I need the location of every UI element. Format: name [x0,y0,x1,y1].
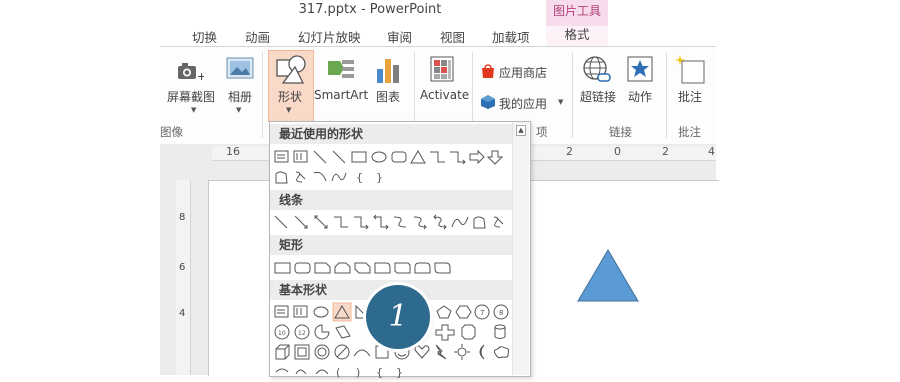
shapes-caret-icon[interactable]: ▼ [286,106,291,114]
smartart-icon[interactable] [326,56,356,88]
activate-icon[interactable] [428,54,458,90]
tab-slideshow[interactable]: 幻灯片放映 [298,27,361,46]
chart-icon[interactable] [374,55,402,89]
group-divider [572,52,573,138]
ruler-tick: 4 [708,145,715,158]
step-number: 1 [388,299,408,334]
section-rectangles: 矩形 [270,235,512,255]
lines-shapes-row[interactable] [272,212,512,232]
activate-button[interactable]: Activate [420,88,469,102]
tab-animations[interactable]: 动画 [245,27,270,46]
svg-text:{: { [376,366,383,379]
section-lines: 线条 [270,190,512,210]
svg-text:(: ( [336,366,340,379]
vertical-ruler: 8 6 4 [176,180,191,375]
ruler-tick: 6 [179,262,186,273]
store-icon[interactable] [480,63,496,83]
scroll-up-icon[interactable]: ▲ [516,125,526,136]
ruler-tick: 2 [566,145,573,158]
ruler-tick: 2 [662,145,669,158]
my-apps-button[interactable]: 我的应用 [499,95,547,112]
svg-text:}: } [376,171,383,184]
group-divider [666,52,667,138]
chart-button[interactable]: 图表 [376,88,400,105]
screenshot-caret-icon[interactable]: ▼ [191,106,196,114]
svg-text:7: 7 [480,309,484,317]
album-icon[interactable] [224,55,256,87]
tab-view[interactable]: 视图 [440,27,465,46]
window-title: 317.pptx - PowerPoint [298,2,442,17]
shapes-icon[interactable] [274,52,308,90]
ruler-tick: 16 [226,145,240,158]
svg-text:12: 12 [298,330,306,337]
recent-shapes-row-1[interactable] [272,147,512,167]
gallery-scrollbar[interactable]: ▲ [512,122,529,375]
basic-shapes-row-4[interactable]: ( ) { } [272,362,512,382]
album-caret-icon[interactable]: ▼ [236,106,241,114]
my-apps-caret-icon[interactable]: ▼ [558,98,563,106]
group-label-comments: 批注 [678,125,701,139]
svg-text:): ) [356,366,360,379]
svg-text:10: 10 [278,330,286,337]
shapes-label: 形状 [278,90,303,104]
rectangles-shapes-row[interactable] [272,258,512,278]
group-label-images: 图像 [160,125,183,139]
ruler-tick: 8 [179,212,186,223]
tab-addins[interactable]: 加载项 [492,27,530,46]
tab-transitions[interactable]: 切换 [192,27,217,46]
screenshot-icon[interactable]: + [176,58,206,88]
hyperlink-button[interactable]: 超链接 [580,88,616,105]
my-apps-icon[interactable] [480,94,496,114]
comment-icon[interactable] [674,53,706,89]
hyperlink-icon[interactable] [582,55,612,89]
screenshot-button[interactable]: 屏幕截图 [167,88,215,105]
ruler-tick: 0 [614,145,621,158]
album-button[interactable]: 相册 [228,88,252,105]
tab-review[interactable]: 审阅 [387,27,412,46]
group-divider [262,52,263,138]
svg-text:+: + [197,70,204,83]
smartart-button[interactable]: SmartArt [314,88,368,102]
svg-text:{: { [356,171,363,184]
recent-shapes-row-2[interactable]: { } [272,167,512,187]
action-icon[interactable] [626,55,654,87]
picture-tools-title: 图片工具 [552,4,601,18]
group-label-links: 链接 [609,125,632,139]
svg-text:8: 8 [499,309,503,317]
triangle-shape[interactable] [577,249,639,306]
svg-text:}: } [396,366,403,379]
ruler-tick: 4 [179,308,186,319]
action-button[interactable]: 动作 [628,88,652,105]
comment-button[interactable]: 批注 [678,88,702,105]
group-label-apps: 项 [536,125,548,139]
store-button[interactable]: 应用商店 [499,64,547,81]
section-recent-shapes: 最近使用的形状 [270,124,512,144]
